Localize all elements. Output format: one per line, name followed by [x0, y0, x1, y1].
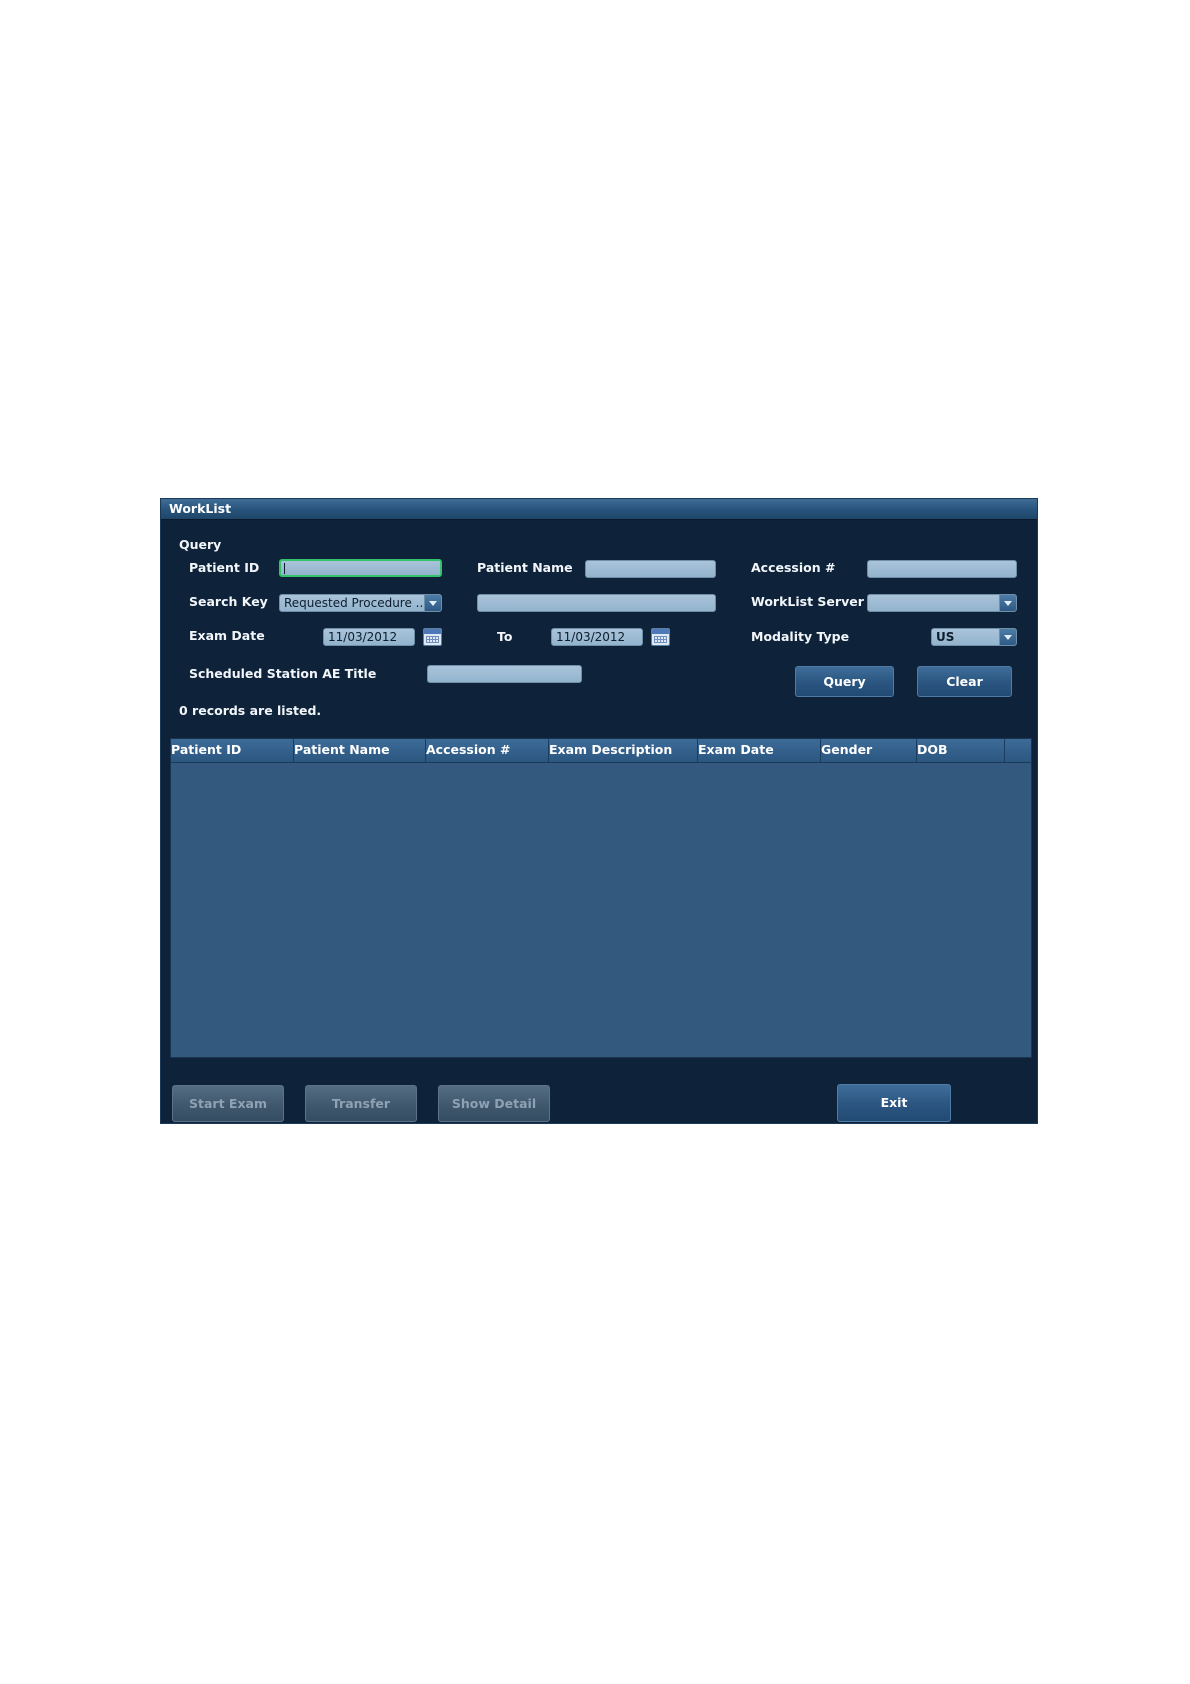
- chevron-down-icon[interactable]: [424, 595, 441, 611]
- column-header-dob[interactable]: DOB: [917, 739, 1005, 762]
- calendar-header: [424, 629, 441, 634]
- column-header-filler: [1005, 739, 1031, 762]
- column-header-exam-date[interactable]: Exam Date: [698, 739, 821, 762]
- exam-date-to-value: 11/03/2012: [556, 630, 626, 644]
- exit-button[interactable]: Exit: [837, 1084, 951, 1122]
- query-button[interactable]: Query: [795, 666, 894, 697]
- exam-date-label: Exam Date: [189, 628, 265, 643]
- worklist-table[interactable]: Patient ID Patient Name Accession # Exam…: [170, 738, 1032, 1058]
- table-body[interactable]: [171, 763, 1031, 1057]
- scheduled-station-label: Scheduled Station AE Title: [189, 666, 377, 681]
- search-key-value: Requested Procedure ...: [284, 596, 428, 610]
- calendar-header: [652, 629, 669, 634]
- column-header-exam-description[interactable]: Exam Description: [549, 739, 698, 762]
- calendar-grid: [654, 636, 667, 643]
- search-key-label: Search Key: [189, 594, 268, 609]
- page: WorkList Query Patient ID Patient Name A…: [0, 0, 1190, 1684]
- worklist-server-select[interactable]: [867, 594, 1017, 612]
- table-header: Patient ID Patient Name Accession # Exam…: [171, 739, 1031, 763]
- title-bar: WorkList: [161, 499, 1037, 520]
- patient-id-label: Patient ID: [189, 560, 260, 575]
- to-label: To: [497, 629, 513, 644]
- worklist-server-label: WorkList Server: [751, 594, 864, 609]
- column-header-gender[interactable]: Gender: [821, 739, 917, 762]
- modality-type-value: US: [936, 630, 955, 644]
- exam-date-to-input[interactable]: 11/03/2012: [551, 628, 643, 646]
- search-key-text-input[interactable]: [477, 594, 716, 612]
- start-exam-button[interactable]: Start Exam: [172, 1085, 284, 1122]
- accession-input[interactable]: [867, 560, 1017, 578]
- calendar-icon[interactable]: [651, 628, 670, 646]
- records-status: 0 records are listed.: [179, 703, 322, 718]
- window-title: WorkList: [169, 501, 232, 516]
- column-header-patient-id[interactable]: Patient ID: [171, 739, 294, 762]
- patient-name-label: Patient Name: [477, 560, 573, 575]
- show-detail-button[interactable]: Show Detail: [438, 1085, 550, 1122]
- accession-label: Accession #: [751, 560, 836, 575]
- calendar-grid: [426, 636, 439, 643]
- modality-type-select[interactable]: US: [931, 628, 1017, 646]
- calendar-icon[interactable]: [423, 628, 442, 646]
- patient-name-input[interactable]: [585, 560, 716, 578]
- column-header-patient-name[interactable]: Patient Name: [294, 739, 426, 762]
- patient-id-input[interactable]: [279, 559, 442, 577]
- query-section-label: Query: [179, 537, 222, 552]
- exam-date-from-input[interactable]: 11/03/2012: [323, 628, 415, 646]
- scheduled-station-input[interactable]: [427, 665, 582, 683]
- worklist-dialog: WorkList Query Patient ID Patient Name A…: [160, 498, 1038, 1124]
- column-header-accession[interactable]: Accession #: [426, 739, 549, 762]
- search-key-select[interactable]: Requested Procedure ...: [279, 594, 442, 612]
- chevron-down-icon[interactable]: [999, 595, 1016, 611]
- transfer-button[interactable]: Transfer: [305, 1085, 417, 1122]
- exam-date-from-value: 11/03/2012: [328, 630, 398, 644]
- clear-button[interactable]: Clear: [917, 666, 1012, 697]
- modality-type-label: Modality Type: [751, 629, 850, 644]
- text-caret: [284, 563, 285, 574]
- chevron-down-icon[interactable]: [999, 629, 1016, 645]
